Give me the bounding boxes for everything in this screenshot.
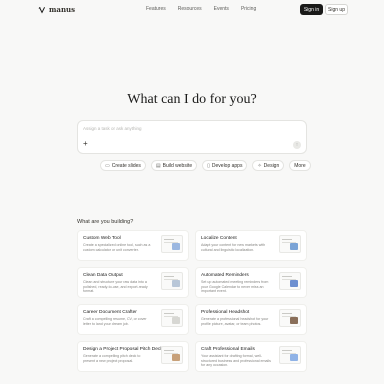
template-card-professional-emails[interactable]: Craft Professional Emails Your assistant… [195, 341, 307, 372]
card-description: Generate a compelling pitch deck to pres… [83, 354, 141, 363]
chip-label: Design [263, 162, 280, 169]
website-icon: ▤ [155, 162, 161, 169]
prompt-input[interactable]: Assign a task or ask anything [83, 126, 142, 131]
card-title: Craft Professional Emails [201, 347, 255, 352]
attach-plus-icon[interactable]: + [83, 140, 88, 148]
mobile-icon: ▯ [207, 162, 210, 169]
nav-link-events[interactable]: Events [214, 6, 229, 12]
sign-up-button[interactable]: Sign up [325, 4, 348, 15]
card-title: Automated Reminders [201, 273, 249, 278]
card-thumbnail [161, 309, 183, 327]
card-description: Set up automated meeting reminders from … [201, 280, 269, 294]
design-icon: ✧ [257, 162, 262, 169]
nav-links: Features Resources Events Pricing [146, 6, 256, 12]
nav-link-features[interactable]: Features [146, 6, 166, 12]
card-thumbnail [279, 346, 301, 364]
card-thumbnail [279, 309, 301, 327]
chip-create-slides[interactable]: ▭ Create slides [100, 160, 146, 171]
chip-build-website[interactable]: ▤ Build website [150, 160, 198, 171]
chip-label: More [294, 162, 306, 169]
sign-in-button[interactable]: Sign in [300, 4, 323, 15]
nav-link-pricing[interactable]: Pricing [241, 6, 256, 12]
card-description: Craft a compelling resume, CV, or cover … [83, 317, 147, 326]
card-title: Career Document Crafter [83, 310, 137, 315]
card-description: Create a specialized online tool, such a… [83, 243, 151, 252]
template-card-localize-content[interactable]: Localize Content Adapt your content for … [195, 230, 307, 261]
send-button[interactable]: ↑ [293, 141, 301, 149]
card-title: Design a Project Proposal Pitch Deck [83, 347, 163, 352]
chip-more[interactable]: More [289, 160, 311, 171]
chip-develop-apps[interactable]: ▯ Develop apps [202, 160, 248, 171]
template-card-automated-reminders[interactable]: Automated Reminders Set up automated mee… [195, 267, 307, 298]
card-title: Localize Content [201, 236, 237, 241]
card-description: Adapt your content for new markets with … [201, 243, 266, 252]
card-thumbnail [161, 272, 183, 290]
card-title: Clean Data Output [83, 273, 123, 278]
prompt-box[interactable]: Assign a task or ask anything + ↑ [77, 120, 307, 154]
template-card-clean-data-output[interactable]: Clean Data Output Clean and structure yo… [77, 267, 189, 298]
template-card-pitch-deck[interactable]: Design a Project Proposal Pitch Deck Gen… [77, 341, 189, 372]
card-description: Generate a professional headshot for you… [201, 317, 269, 326]
logo[interactable]: manus [38, 5, 75, 14]
card-description: Your assistant for drafting formal, well… [201, 354, 271, 368]
brand-name: manus [49, 5, 76, 14]
card-description: Clean and structure your raw data into a… [83, 280, 148, 294]
nav-link-resources[interactable]: Resources [178, 6, 202, 12]
manus-logo-icon [38, 6, 45, 13]
top-nav: manus Features Resources Events Pricing … [0, 0, 384, 20]
section-label: What are you building? [77, 219, 134, 225]
card-title: Custom Web Tool [83, 236, 121, 241]
card-thumbnail [161, 346, 183, 364]
card-title: Professional Headshot [201, 310, 250, 315]
chip-design[interactable]: ✧ Design [252, 160, 285, 171]
hero-title: What can I do for you? [127, 92, 257, 107]
template-grid: Custom Web Tool Create a specialized onl… [77, 230, 307, 372]
template-card-custom-web-tool[interactable]: Custom Web Tool Create a specialized onl… [77, 230, 189, 261]
quick-actions: ▭ Create slides ▤ Build website ▯ Develo… [100, 160, 311, 171]
slides-icon: ▭ [105, 162, 110, 169]
template-card-career-document-crafter[interactable]: Career Document Crafter Craft a compelli… [77, 304, 189, 335]
card-thumbnail [279, 235, 301, 253]
chip-label: Develop apps [211, 162, 243, 169]
chip-label: Create slides [111, 162, 141, 169]
card-thumbnail [279, 272, 301, 290]
template-card-professional-headshot[interactable]: Professional Headshot Generate a profess… [195, 304, 307, 335]
chip-label: Build website [162, 162, 193, 169]
card-thumbnail [161, 235, 183, 253]
